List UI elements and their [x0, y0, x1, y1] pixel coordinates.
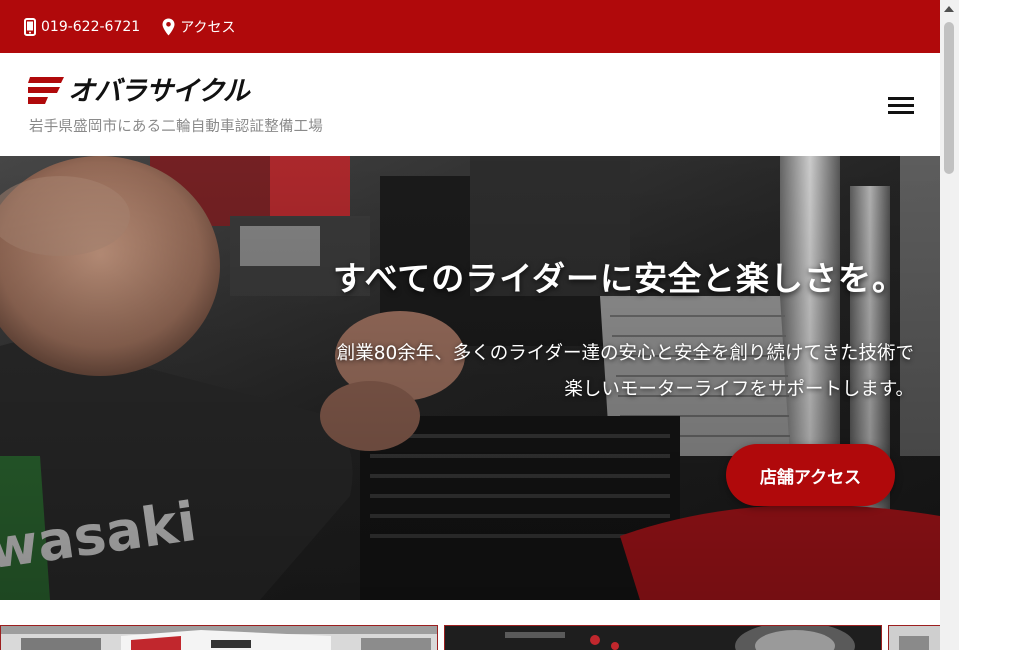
hero-subtitle-line-1: 創業80余年、多くのライダー達の安心と安全を創り続けてきた技術で	[336, 343, 914, 364]
hamburger-menu-icon[interactable]	[888, 95, 915, 117]
feature-card[interactable]	[888, 625, 940, 650]
hero-section: wasaki すべてのライダーに安全と楽しさを。 創業80余年、多くのライダー達…	[0, 156, 940, 600]
vertical-scrollbar[interactable]	[940, 0, 959, 650]
window-margin	[959, 0, 1016, 650]
store-access-button[interactable]: 店舗アクセス	[726, 444, 895, 506]
smartphone-icon	[24, 17, 36, 36]
phone-number: 019-622-6721	[41, 18, 141, 35]
hero-subtitle: 創業80余年、多くのライダー達の安心と安全を創り続けてきた技術で 楽しいモーター…	[337, 336, 914, 408]
card-image	[889, 626, 940, 650]
logo-mark-icon	[28, 77, 64, 104]
map-pin-icon	[162, 18, 175, 36]
logo-text: オバラサイクル	[68, 75, 250, 107]
phone-link[interactable]: 019-622-6721	[24, 17, 141, 36]
hero-title: すべてのライダーに安全と楽しさを。	[332, 259, 906, 298]
site-logo[interactable]: オバラサイクル	[28, 75, 250, 107]
site-tagline: 岩手県盛岡市にある二輪自動車認証整備工場	[29, 119, 323, 135]
access-label: アクセス	[180, 19, 236, 36]
scrollbar-thumb[interactable]	[944, 22, 954, 174]
feature-card[interactable]	[444, 625, 882, 650]
scroll-up-arrow-icon[interactable]	[944, 6, 954, 12]
top-contact-bar: 019-622-6721 アクセス	[0, 0, 940, 53]
access-link[interactable]: アクセス	[162, 17, 236, 37]
feature-cards-row	[0, 625, 940, 650]
hero-subtitle-line-2: 楽しいモーターライフをサポートします。	[564, 379, 914, 400]
page-viewport: 019-622-6721 アクセス オバラサイクル 岩手県盛岡市にある二輪自動車…	[0, 0, 940, 650]
card-image	[445, 626, 881, 650]
feature-card[interactable]	[0, 625, 438, 650]
card-image	[1, 626, 437, 650]
site-header: オバラサイクル 岩手県盛岡市にある二輪自動車認証整備工場	[0, 53, 940, 156]
